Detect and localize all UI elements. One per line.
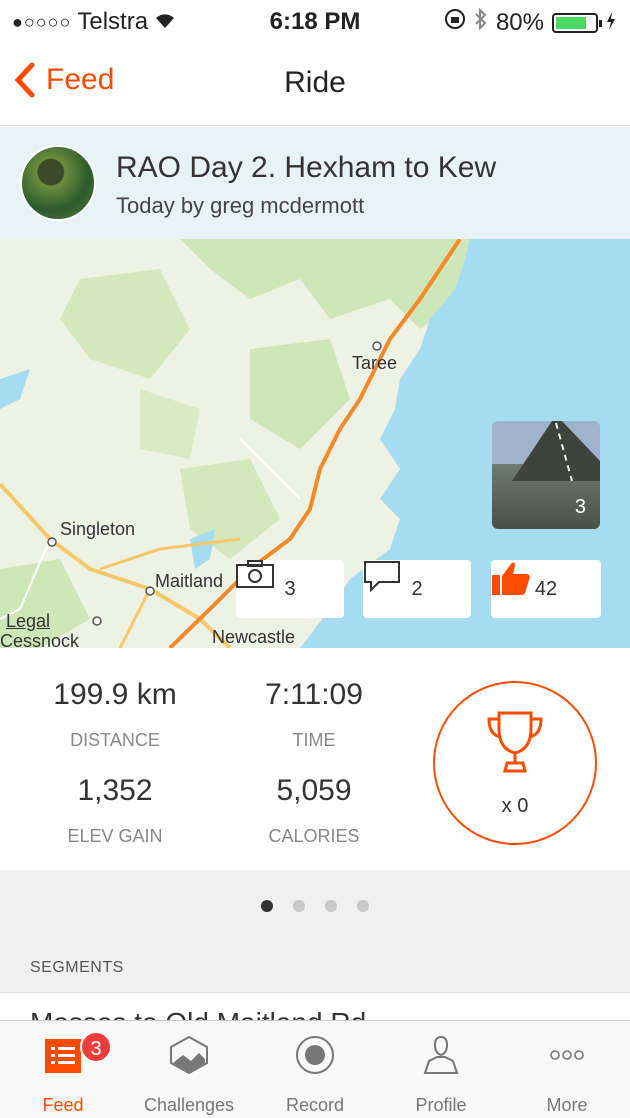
tab-record[interactable]: Record (252, 1021, 378, 1118)
navigation-bar: Feed Ride (0, 42, 630, 126)
map-label-taree: Taree (352, 353, 398, 373)
distance-value: 199.9 km (53, 678, 177, 711)
kudos-count: 42 (534, 577, 558, 600)
feed-icon (45, 1039, 81, 1073)
map-label-cessnock: Cessnock (0, 631, 80, 648)
bluetooth-icon (474, 7, 488, 37)
time-value: 7:11:09 (265, 678, 363, 711)
kudos-button[interactable]: 42 (491, 560, 601, 618)
distance-label: DISTANCE (70, 730, 160, 750)
page-indicator[interactable] (0, 900, 630, 912)
page-dot-3[interactable] (325, 900, 337, 912)
tab-challenges-label: Challenges (143, 1095, 235, 1115)
trophy-icon (487, 711, 543, 773)
calories-label: CALORIES (268, 826, 360, 846)
avatar[interactable] (20, 145, 96, 221)
thumbs-up-icon (492, 562, 530, 595)
rotation-lock-icon (444, 8, 466, 37)
map-label-maitland: Maitland (155, 571, 224, 591)
achievements-count: x 0 (501, 795, 529, 817)
battery-percent: 80% (495, 8, 544, 36)
activity-stats: 199.9 km DISTANCE 7:11:09 TIME 1,352 ELE… (0, 648, 630, 870)
battery-icon (552, 12, 602, 33)
activity-subtitle: Today by greg mcdermott (116, 193, 365, 218)
segment-row[interactable]: Masses to Old Maitland Rd (0, 992, 630, 1022)
tab-challenges[interactable]: Challenges (126, 1021, 252, 1118)
activity-header[interactable]: RAO Day 2. Hexham to Kew Today by greg m… (0, 127, 630, 239)
challenges-icon (170, 1035, 208, 1075)
elev-value: 1,352 (77, 774, 153, 807)
elev-label: ELEV GAIN (67, 826, 163, 846)
tab-feed[interactable]: 3 Feed (0, 1021, 126, 1118)
tab-more[interactable]: More (504, 1021, 630, 1118)
profile-icon (423, 1035, 459, 1074)
comment-icon (364, 561, 400, 592)
route-map[interactable]: Taree Singleton Maitland Newcastle Cessn… (0, 239, 630, 648)
tab-bar: 3 Feed Challenges Record Profile More (0, 1020, 630, 1118)
tab-profile-label: Profile (415, 1095, 467, 1115)
comments-button[interactable]: 2 (363, 560, 471, 618)
feed-badge: 3 (80, 1031, 112, 1063)
page-dot-2[interactable] (293, 900, 305, 912)
stat-distance: 199.9 km DISTANCE (15, 678, 215, 751)
photo-thumbnail[interactable]: 3 (492, 421, 600, 529)
page-dot-4[interactable] (357, 900, 369, 912)
tab-feed-label: Feed (42, 1095, 84, 1115)
achievements-button[interactable]: x 0 (433, 681, 597, 845)
stat-calories: 5,059 CALORIES (214, 774, 414, 847)
map-label-newcastle: Newcastle (212, 627, 296, 647)
more-icon (550, 1050, 584, 1060)
activity-title: RAO Day 2. Hexham to Kew (116, 151, 497, 184)
tab-more-label: More (546, 1095, 588, 1115)
map-label-singleton: Singleton (60, 519, 136, 539)
legal-link[interactable]: Legal (6, 611, 50, 632)
record-icon (296, 1036, 334, 1074)
page-dot-1[interactable] (261, 900, 273, 912)
time-label: TIME (292, 730, 336, 750)
status-right: 80% (444, 7, 616, 37)
road-photo (512, 421, 600, 481)
calories-value: 5,059 (276, 774, 352, 807)
photos-button[interactable]: 3 (236, 560, 344, 618)
tab-record-label: Record (285, 1095, 345, 1115)
comments-count: 2 (411, 577, 423, 600)
photos-count: 3 (284, 577, 296, 600)
segments-header: SEGMENTS (30, 959, 124, 976)
status-bar: ●○○○○ Telstra 6:18 PM 80% (0, 0, 630, 42)
tab-profile[interactable]: Profile (378, 1021, 504, 1118)
stat-elevation: 1,352 ELEV GAIN (15, 774, 215, 847)
camera-icon (236, 560, 274, 588)
photo-thumbnail-count: 3 (574, 496, 586, 518)
page-title: Ride (284, 66, 346, 99)
charging-icon (606, 9, 616, 37)
stat-time: 7:11:09 TIME (214, 678, 414, 751)
